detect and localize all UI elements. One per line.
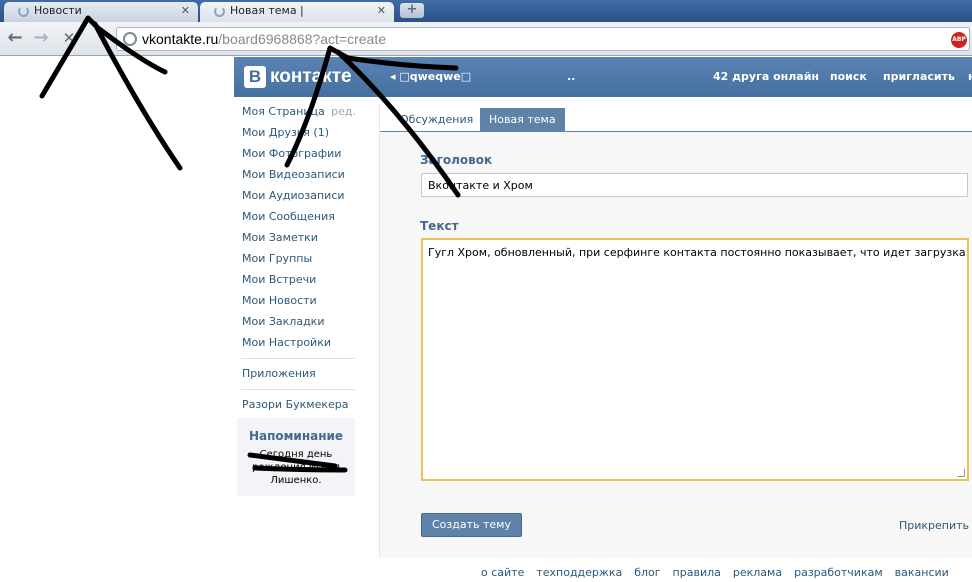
- invite-link[interactable]: пригласить: [883, 70, 955, 83]
- vk-header: В контакте ◂ □qweqwe□ .. 42 друга онлайн…: [234, 57, 972, 97]
- menu-item-promo[interactable]: Разори Букмекера: [242, 397, 356, 418]
- footer: о сайте техподдержка блог правила реклам…: [481, 566, 949, 579]
- reminder-box: Напоминание Сегодня день рождения Игоря …: [237, 418, 355, 496]
- text-area[interactable]: Гугл Хром, обновленный, при серфинге кон…: [421, 238, 969, 481]
- vk-logo-letter: В: [244, 66, 266, 88]
- menu-divider: [241, 389, 355, 390]
- footer-link-developers[interactable]: разработчикам: [794, 566, 883, 579]
- menu-item-news[interactable]: Мои Новости: [242, 293, 356, 314]
- menu-item-groups[interactable]: Мои Группы: [242, 251, 356, 272]
- group-link[interactable]: ◂ □qweqwe□: [390, 70, 471, 83]
- menu-item-audio[interactable]: Мои Аудиозаписи: [242, 188, 356, 209]
- main-content: Обсуждения Новая тема Заголовок Вконтакт…: [379, 104, 972, 558]
- footer-link-rules[interactable]: правила: [673, 566, 721, 579]
- tab-news[interactable]: Новости ✕: [4, 2, 198, 22]
- form-panel: Заголовок Вконтакте и Хром Текст Гугл Хр…: [380, 132, 972, 558]
- edit-link[interactable]: ред.: [331, 104, 356, 120]
- back-arrow-icon[interactable]: ←: [4, 28, 26, 50]
- adblock-icon[interactable]: ABP: [951, 32, 967, 48]
- menu-item-label: Моя Страница: [242, 105, 325, 118]
- globe-icon: [123, 32, 137, 46]
- menu-item-apps[interactable]: Приложения: [242, 366, 356, 387]
- search-link[interactable]: поиск: [830, 70, 867, 83]
- left-menu: Моя Страница ред. Мои Друзья (1) Мои Фото…: [241, 104, 356, 418]
- stop-icon[interactable]: ✕: [58, 28, 80, 50]
- menu-item-settings[interactable]: Мои Настройки: [242, 335, 356, 356]
- footer-link-about[interactable]: о сайте: [481, 566, 524, 579]
- title-input[interactable]: Вконтакте и Хром: [421, 173, 968, 197]
- menu-divider: [241, 358, 355, 359]
- tab-discussions[interactable]: Обсуждения: [391, 108, 482, 132]
- address-url[interactable]: vkontakte.ru/board6968868?act=create: [142, 31, 386, 47]
- menu-item-messages[interactable]: Мои Сообщения: [242, 209, 356, 230]
- menu-item-notes[interactable]: Мои Заметки: [242, 230, 356, 251]
- menu-item-friends[interactable]: Мои Друзья (1): [242, 125, 356, 146]
- address-bar[interactable]: vkontakte.ru/board6968868?act=create ABP: [116, 27, 970, 51]
- content-tabs: Обсуждения Новая тема: [380, 108, 972, 132]
- tab-new-topic-selected[interactable]: Новая тема: [480, 108, 565, 132]
- menu-item-videos[interactable]: Мои Видеозаписи: [242, 167, 356, 188]
- resize-grip-icon[interactable]: [957, 469, 965, 477]
- footer-link-jobs[interactable]: вакансии: [895, 566, 949, 579]
- attach-link[interactable]: Прикрепить: [899, 519, 969, 532]
- reminder-body[interactable]: Сегодня день рождения Игоря Лишенко.: [237, 448, 355, 487]
- tab-new-topic[interactable]: Новая тема | □qweqwe□ ✕: [200, 2, 394, 35]
- text-area-value: Гугл Хром, обновленный, при серфинге кон…: [428, 246, 969, 259]
- new-tab-icon[interactable]: +: [400, 3, 424, 18]
- title-label: Заголовок: [420, 153, 493, 167]
- header-dots: ..: [567, 70, 576, 83]
- menu-item-events[interactable]: Мои Встречи: [242, 272, 356, 293]
- menu-item-photos[interactable]: Мои Фотографии: [242, 146, 356, 167]
- close-tab-icon[interactable]: ✕: [181, 2, 190, 20]
- footer-link-ads[interactable]: реклама: [733, 566, 782, 579]
- menu-item-my-page[interactable]: Моя Страница ред.: [242, 104, 356, 125]
- tab-label: Новости: [34, 4, 82, 17]
- loading-spinner-icon: [214, 6, 225, 17]
- menu-item-bookmarks[interactable]: Мои Закладки: [242, 314, 356, 335]
- friends-online-link[interactable]: 42 друга онлайн: [713, 70, 819, 83]
- text-label: Текст: [420, 219, 459, 233]
- vk-logo-text: контакте: [270, 66, 352, 87]
- vk-logo[interactable]: В контакте: [244, 66, 352, 88]
- loading-spinner-icon: [18, 6, 29, 17]
- close-tab-icon[interactable]: ✕: [377, 2, 386, 20]
- more-link[interactable]: н: [968, 70, 972, 83]
- address-host: vkontakte.ru: [142, 31, 219, 47]
- footer-link-support[interactable]: техподдержка: [536, 566, 622, 579]
- footer-link-blog[interactable]: блог: [634, 566, 660, 579]
- tab-strip: Новости ✕ Новая тема | □qweqwe□ ✕ +: [0, 0, 972, 35]
- browser-toolbar: ← → ✕ vkontakte.ru/board6968868?act=crea…: [0, 22, 972, 56]
- create-topic-button[interactable]: Создать тему: [421, 513, 522, 537]
- browser-window: { "browser": { "tabs": [ {"label": "Ново…: [0, 0, 972, 582]
- forward-arrow-icon[interactable]: →: [30, 28, 52, 50]
- address-path: /board6968868?act=create: [218, 31, 387, 47]
- reminder-title: Напоминание: [248, 429, 344, 443]
